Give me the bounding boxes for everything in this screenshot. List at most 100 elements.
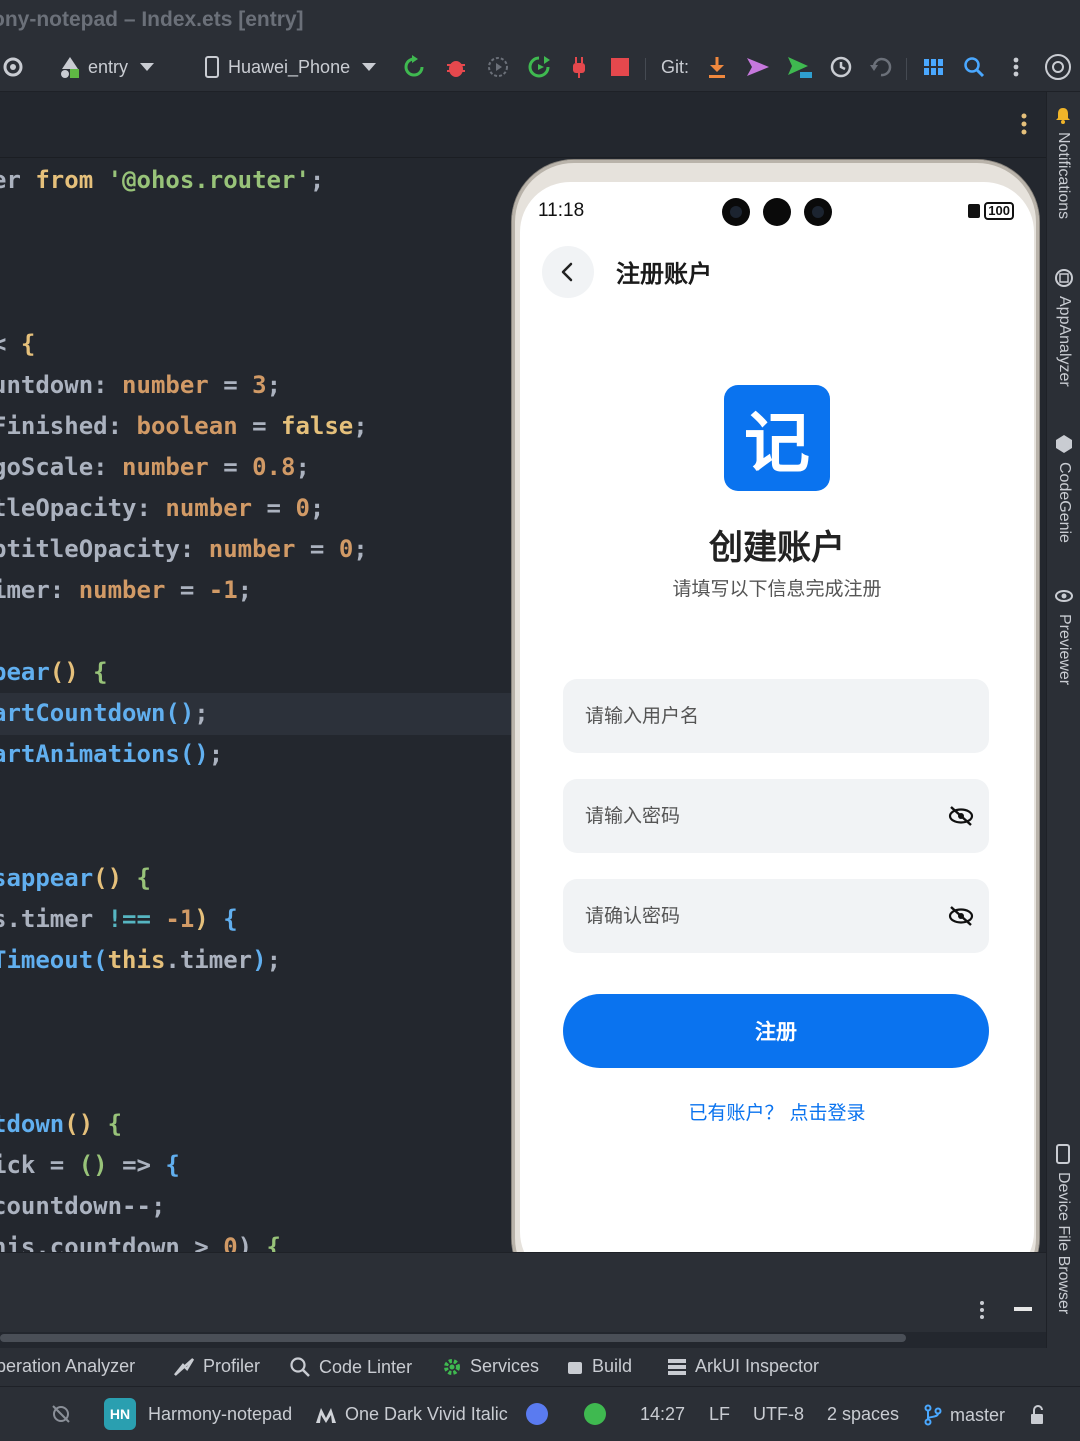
chevron-down-icon xyxy=(140,63,155,71)
device-file-browser-tab[interactable]: Device File Browser xyxy=(1054,1144,1072,1314)
git-push-icon[interactable] xyxy=(786,52,814,82)
chevron-left-icon xyxy=(561,262,573,282)
git-branch[interactable]: master xyxy=(924,1404,1005,1426)
code-line[interactable]: Finished: boolean = false; xyxy=(0,409,368,443)
password-input[interactable] xyxy=(563,779,989,853)
sync-icon[interactable] xyxy=(402,52,426,82)
minimize-icon[interactable] xyxy=(1014,1307,1032,1311)
camera-lens-icon xyxy=(722,198,750,226)
panel-options-icon[interactable] xyxy=(972,1299,992,1325)
unlock-icon[interactable] xyxy=(1028,1404,1048,1426)
window-title: ony-notepad – Index.ets [entry] xyxy=(0,8,304,31)
battery-level: 100 xyxy=(984,202,1014,220)
back-button[interactable] xyxy=(542,246,594,298)
status-bar: HN Harmony-notepad One Dark Vivid Italic… xyxy=(0,1386,1080,1441)
code-line[interactable]: artAnimations(); xyxy=(0,737,223,771)
code-line[interactable]: pear() { xyxy=(0,655,108,689)
more-menu-icon[interactable] xyxy=(1004,52,1028,82)
theme-widget[interactable]: One Dark Vivid Italic xyxy=(315,1404,508,1425)
code-line[interactable]: imer: number = -1; xyxy=(0,573,252,607)
plug-icon[interactable] xyxy=(568,52,590,82)
debug-icon[interactable] xyxy=(444,52,468,82)
status-indicator-blue[interactable] xyxy=(526,1403,548,1425)
module-selector[interactable]: entry xyxy=(58,52,155,82)
editor-options-icon[interactable] xyxy=(1014,110,1034,142)
git-commit-icon[interactable] xyxy=(745,52,771,82)
status-indicator-green[interactable] xyxy=(584,1403,606,1425)
tab-code-linter[interactable]: Code Linter xyxy=(289,1356,412,1378)
search-icon[interactable] xyxy=(962,52,986,82)
password-field[interactable] xyxy=(563,779,989,853)
project-badge: HN xyxy=(104,1398,136,1430)
code-line[interactable]: < { xyxy=(0,327,35,361)
tab-services[interactable]: Services xyxy=(442,1356,539,1377)
confirm-password-input[interactable] xyxy=(563,879,989,953)
username-field[interactable] xyxy=(563,679,989,753)
previewer-tab[interactable]: Previewer xyxy=(1054,586,1074,685)
code-line[interactable]: Timeout(this.timer); xyxy=(0,943,281,977)
code-line[interactable]: nis.countdown > 0) { xyxy=(0,1230,281,1252)
page-subheading: 请填写以下信息完成注册 xyxy=(672,578,882,600)
layout-grid-icon[interactable] xyxy=(922,52,946,82)
eye-off-icon[interactable] xyxy=(947,802,975,830)
tab-build[interactable]: Build xyxy=(566,1356,632,1377)
module-icon xyxy=(61,57,79,78)
code-line[interactable]: tdown() { xyxy=(0,1107,122,1141)
code-line[interactable]: tleOpacity: number = 0; xyxy=(0,491,324,525)
code-area[interactable]: er from '@ohos.router'; < { untdown: numbe… xyxy=(0,158,515,1252)
eye-off-icon[interactable] xyxy=(947,902,975,930)
confirm-password-field[interactable] xyxy=(563,879,989,953)
code-line[interactable]: btitleOpacity: number = 0; xyxy=(0,532,368,566)
codegenie-icon xyxy=(1056,435,1072,453)
status-time: 11:18 xyxy=(538,200,585,221)
horizontal-scrollbar[interactable] xyxy=(0,1334,906,1342)
login-link[interactable]: 已有账户？ 点击登录 xyxy=(520,1098,1034,1125)
notifications-tab[interactable]: Notifications xyxy=(1054,106,1072,219)
gear-icon xyxy=(444,1358,460,1375)
file-encoding[interactable]: UTF-8 xyxy=(753,1404,804,1425)
indent-setting[interactable]: 2 spaces xyxy=(827,1404,899,1425)
no-sync-icon[interactable] xyxy=(50,1403,72,1425)
username-input[interactable] xyxy=(563,679,989,753)
code-line[interactable]: s.timer !== -1) { xyxy=(0,902,238,936)
code-line[interactable]: artCountdown(); xyxy=(0,696,209,730)
codegenie-tab[interactable]: CodeGenie xyxy=(1054,434,1074,543)
code-line[interactable]: goScale: number = 0.8; xyxy=(0,450,310,484)
project-widget[interactable]: HN Harmony-notepad xyxy=(104,1398,292,1430)
account-icon[interactable] xyxy=(1044,52,1072,82)
appanalyzer-icon xyxy=(1055,269,1073,287)
register-button[interactable]: 注册 xyxy=(563,994,989,1068)
page-heading: 创建账户 xyxy=(709,528,845,568)
code-line[interactable]: sappear() { xyxy=(0,861,151,895)
device-icon xyxy=(1056,1144,1070,1164)
tab-profiler[interactable]: Profiler xyxy=(173,1356,260,1377)
bell-icon xyxy=(1056,108,1070,124)
chevron-down-icon xyxy=(362,63,377,71)
line-separator[interactable]: LF xyxy=(709,1404,730,1425)
appanalyzer-tab[interactable]: AppAnalyzer xyxy=(1054,268,1074,387)
phone-preview-screen[interactable]: 11:18 100 注册账户 记 创建账户 请填写以下信息完成注册 注册 已有账… xyxy=(520,182,1034,1282)
attach-debugger-icon[interactable] xyxy=(486,52,510,82)
code-line[interactable]: ick = () => { xyxy=(0,1148,180,1182)
history-icon[interactable] xyxy=(828,52,854,82)
battery-indicator: 100 xyxy=(968,202,1014,220)
tab-operation-analyzer[interactable]: peration Analyzer xyxy=(0,1356,135,1377)
code-line[interactable]: untdown: number = 3; xyxy=(0,368,281,402)
window-title-bar: ony-notepad – Index.ets [entry] xyxy=(0,0,1080,42)
stop-icon[interactable] xyxy=(610,52,630,82)
tab-arkui-inspector[interactable]: ArkUI Inspector xyxy=(667,1356,819,1377)
code-line[interactable]: er from '@ohos.router'; xyxy=(0,163,324,197)
app-logo-char: 记 xyxy=(744,405,810,482)
git-update-icon[interactable] xyxy=(706,52,728,82)
camera-sensor-icon xyxy=(763,198,791,226)
editor-header xyxy=(0,92,1046,158)
apply-changes-icon[interactable] xyxy=(526,52,552,82)
nav-title: 注册账户 xyxy=(616,260,712,288)
code-line[interactable]: countdown--; xyxy=(0,1189,165,1223)
app-logo: 记 xyxy=(724,385,830,491)
caret-position[interactable]: 14:27 xyxy=(640,1404,685,1425)
device-selector[interactable]: Huawei_Phone xyxy=(204,52,377,82)
rollback-icon[interactable] xyxy=(868,52,894,82)
device-label: Huawei_Phone xyxy=(228,56,351,77)
settings-target-icon[interactable] xyxy=(0,52,26,82)
